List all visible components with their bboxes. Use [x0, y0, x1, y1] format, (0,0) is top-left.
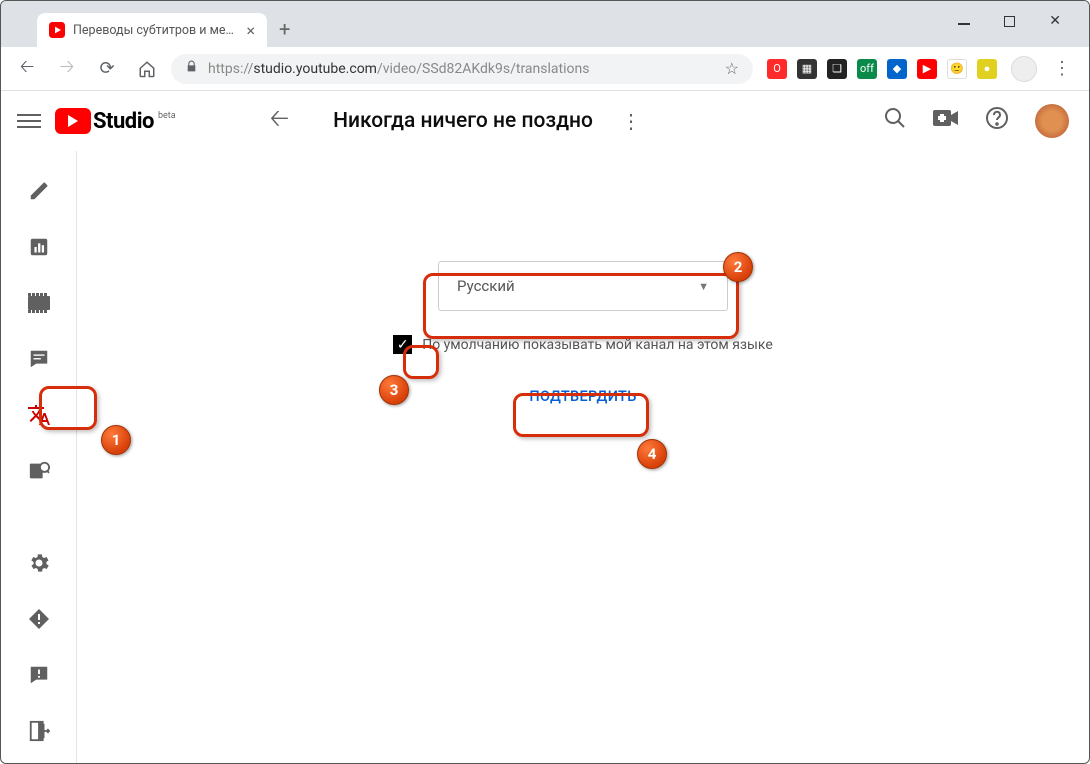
window-maximize-icon[interactable] [1004, 16, 1015, 27]
language-select[interactable]: Русский ▼ [438, 261, 728, 311]
url-input[interactable]: https://studio.youtube.com/video/SSd82AK… [171, 54, 753, 84]
sidebar-exit-icon[interactable] [27, 719, 51, 743]
extension-icon[interactable]: ▶ [917, 59, 937, 79]
window-minimize-icon[interactable] [958, 23, 970, 25]
hamburger-menu-icon[interactable] [17, 108, 41, 134]
more-options-icon[interactable]: ⋮ [621, 109, 641, 133]
window-controls: ✕ [930, 1, 1089, 41]
extension-icons: O ▦ ❏ off ◆ ▶ 🙂 ● [761, 59, 1003, 79]
lock-icon [185, 60, 198, 77]
sidebar-settings-icon[interactable] [27, 551, 51, 575]
search-icon[interactable] [883, 106, 907, 136]
tab-close-icon[interactable]: × [246, 21, 255, 40]
studio-header: Studio beta 🡠 Никогда ничего не поздно ⋮ [1, 91, 1089, 151]
dropdown-triangle-icon: ▼ [698, 280, 709, 293]
bookmark-star-icon[interactable]: ☆ [725, 59, 739, 78]
video-title: Никогда ничего не поздно [333, 109, 593, 133]
logo-text: Studio [93, 109, 154, 134]
nav-reload-icon[interactable]: ⟳ [91, 53, 123, 85]
tab-title: Переводы субтитров и метадан… [73, 23, 238, 38]
sidebar-comments-icon[interactable] [27, 347, 51, 371]
logo-beta: beta [158, 111, 176, 121]
default-language-row: ✓ По умолчанию показывать мой канал на э… [393, 335, 773, 354]
sidebar-editor-icon[interactable] [27, 291, 51, 315]
sidebar-translate-icon[interactable] [27, 403, 51, 427]
browser-tab-bar: Переводы субтитров и метадан… × + [1, 1, 1089, 47]
language-select-value: Русский [457, 277, 515, 295]
youtube-play-icon [55, 108, 91, 134]
studio-logo[interactable]: Studio beta [55, 108, 176, 134]
window-close-icon[interactable]: ✕ [1049, 13, 1061, 29]
extension-icon[interactable]: 🙂 [947, 59, 967, 79]
main-content: Русский ▼ ✓ По умолчанию показывать мой … [77, 151, 1089, 763]
nav-back-icon[interactable]: 🡠 [11, 53, 43, 85]
help-icon[interactable] [985, 106, 1009, 136]
sidebar-edit-icon[interactable] [27, 179, 51, 203]
youtube-favicon [49, 22, 65, 38]
extension-icon[interactable]: ▦ [797, 59, 817, 79]
back-arrow-icon[interactable]: 🡠 [270, 101, 289, 142]
browser-tab[interactable]: Переводы субтитров и метадан… × [37, 13, 267, 47]
sidebar-analytics-icon[interactable] [27, 235, 51, 259]
sidebar-feedback-icon[interactable] [27, 663, 51, 687]
sidebar [1, 151, 77, 763]
default-language-checkbox[interactable]: ✓ [393, 335, 412, 354]
new-tab-button[interactable]: + [267, 17, 302, 41]
default-language-label: По умолчанию показывать мой канал на это… [422, 337, 773, 353]
chrome-profile-icon[interactable] [1011, 56, 1037, 82]
url-text: https://studio.youtube.com/video/SSd82AK… [208, 61, 589, 77]
confirm-button[interactable]: ПОДТВЕРДИТЬ [515, 378, 650, 415]
chrome-menu-icon[interactable]: ⋮ [1045, 58, 1079, 79]
extension-icon[interactable]: ◆ [887, 59, 907, 79]
create-video-icon[interactable] [933, 108, 959, 134]
nav-home-icon[interactable] [131, 53, 163, 85]
extension-icon[interactable]: ❏ [827, 59, 847, 79]
extension-icon[interactable]: O [767, 59, 787, 79]
sidebar-other-icon[interactable] [27, 459, 51, 483]
extension-icon[interactable]: off [857, 59, 877, 79]
sidebar-report-icon[interactable] [27, 607, 51, 631]
address-bar: 🡠 🡢 ⟳ https://studio.youtube.com/video/S… [1, 47, 1089, 91]
nav-forward-icon: 🡢 [51, 53, 83, 85]
extension-icon[interactable]: ● [977, 59, 997, 79]
user-avatar[interactable] [1035, 104, 1069, 138]
